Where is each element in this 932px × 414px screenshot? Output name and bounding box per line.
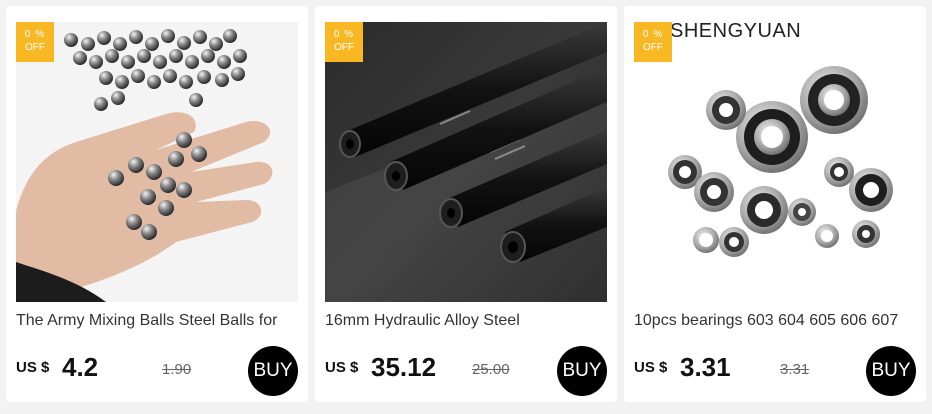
product-image-steel-balls[interactable] — [16, 22, 298, 302]
product-card[interactable]: SHENGYUAN 0 % OFF 10pcs bearings 603 604… — [624, 6, 926, 402]
product-card[interactable]: 0 % OFF 16mm Hydraulic Alloy Steel US $ … — [315, 6, 617, 402]
discount-off-label: OFF — [334, 42, 354, 53]
discount-percent: 0 % — [333, 29, 355, 40]
price-currency: US $ — [16, 359, 50, 376]
product-price: 4.2 — [62, 352, 99, 382]
product-image-hydraulic-tubes[interactable] — [325, 22, 607, 302]
brand-watermark: SHENGYUAN — [670, 20, 802, 42]
discount-percent: 0 % — [642, 29, 664, 40]
discount-badge: 0 % OFF — [325, 22, 363, 62]
original-price: 25.00 — [472, 361, 510, 378]
discount-off-label: OFF — [643, 42, 663, 53]
buy-button[interactable]: BUY — [866, 346, 916, 396]
product-price: 3.31 — [680, 352, 731, 382]
price-currency: US $ — [634, 359, 668, 376]
buy-button[interactable]: BUY — [557, 346, 607, 396]
buy-button[interactable]: BUY — [248, 346, 298, 396]
product-price: 35.12 — [371, 352, 437, 382]
discount-badge: 0 % OFF — [16, 22, 54, 62]
product-card[interactable]: 0 % OFF The Army Mixing Balls Steel Ball… — [6, 6, 308, 402]
discount-off-label: OFF — [25, 42, 45, 53]
original-price: 3.31 — [780, 361, 810, 378]
discount-percent: 0 % — [24, 29, 46, 40]
price-currency: US $ — [325, 359, 359, 376]
product-title[interactable]: The Army Mixing Balls Steel Balls for — [16, 312, 302, 330]
product-title[interactable]: 16mm Hydraulic Alloy Steel — [325, 312, 611, 330]
discount-badge: 0 % OFF — [634, 22, 672, 62]
product-image-bearings[interactable] — [634, 22, 916, 302]
original-price: 1.90 — [162, 361, 192, 378]
product-title[interactable]: 10pcs bearings 603 604 605 606 607 — [634, 312, 920, 330]
